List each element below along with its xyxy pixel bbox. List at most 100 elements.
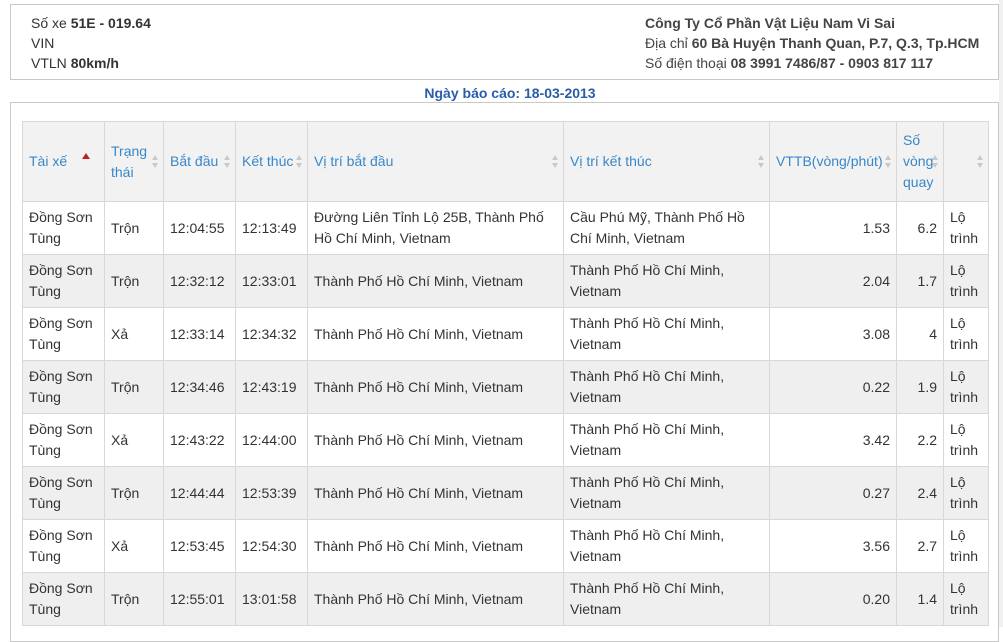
cell-start: 12:53:45 bbox=[163, 519, 236, 573]
table-row: Đồng Sơn Tùng Trộn 12:44:44 12:53:39 Thà… bbox=[22, 466, 989, 520]
phone-value: 08 3991 7486/87 - 0903 817 117 bbox=[730, 55, 934, 71]
cell-end-location[interactable]: Thành Phố Hồ Chí Minh, Vietnam bbox=[563, 519, 770, 573]
cell-turns: 1.4 bbox=[896, 572, 944, 626]
cell-avg-speed: 3.56 bbox=[769, 519, 897, 573]
plate-line: Số xe 51E - 019.64 bbox=[31, 13, 151, 33]
cell-status: Trộn bbox=[104, 466, 164, 520]
cell-start: 12:32:12 bbox=[163, 254, 236, 308]
cell-driver: Đồng Sơn Tùng bbox=[22, 572, 105, 626]
col-header-label: VTTB(vòng/phút) bbox=[776, 153, 883, 169]
col-header-driver[interactable]: Tài xế bbox=[22, 121, 105, 202]
route-link[interactable]: Lộ trình bbox=[943, 201, 989, 255]
cell-end-location[interactable]: Thành Phố Hồ Chí Minh, Vietnam bbox=[563, 360, 770, 414]
cell-end-location[interactable]: Thành Phố Hồ Chí Minh, Vietnam bbox=[563, 413, 770, 467]
col-header-label: Kết thúc bbox=[242, 153, 294, 169]
cell-driver: Đồng Sơn Tùng bbox=[22, 519, 105, 573]
speed-limit-line: VTLN 80km/h bbox=[31, 53, 151, 73]
cell-end: 12:54:30 bbox=[235, 519, 308, 573]
cell-end: 12:13:49 bbox=[235, 201, 308, 255]
cell-turns: 2.2 bbox=[896, 413, 944, 467]
vin-line: VIN bbox=[31, 33, 151, 53]
cell-start-location[interactable]: Đường Liên Tỉnh Lộ 25B, Thành Phố Hồ Chí… bbox=[307, 201, 564, 255]
cell-end-location[interactable]: Cầu Phú Mỹ, Thành Phố Hồ Chí Minh, Vietn… bbox=[563, 201, 770, 255]
table-header-row: Tài xế Trạng thái Bắt đầu Kết thúc Vị tr… bbox=[22, 121, 989, 202]
table-row: Đồng Sơn Tùng Xả 12:53:45 12:54:30 Thành… bbox=[22, 519, 989, 573]
route-link[interactable]: Lộ trình bbox=[943, 519, 989, 573]
col-header-end[interactable]: Kết thúc bbox=[235, 121, 308, 202]
report-date-label: Ngày báo cáo: bbox=[424, 85, 521, 101]
cell-end-location[interactable]: Thành Phố Hồ Chí Minh, Vietnam bbox=[563, 307, 770, 361]
cell-turns: 1.9 bbox=[896, 360, 944, 414]
cell-start: 12:33:14 bbox=[163, 307, 236, 361]
cell-start: 12:34:46 bbox=[163, 360, 236, 414]
cell-start: 12:55:01 bbox=[163, 572, 236, 626]
sort-icon bbox=[885, 155, 892, 169]
table-row: Đồng Sơn Tùng Xả 12:33:14 12:34:32 Thành… bbox=[22, 307, 989, 361]
sort-icon bbox=[224, 155, 231, 169]
speed-limit-value: 80km/h bbox=[70, 55, 119, 71]
cell-turns: 4 bbox=[896, 307, 944, 361]
col-header-start-location[interactable]: Vị trí bắt đầu bbox=[307, 121, 564, 202]
cell-avg-speed: 2.04 bbox=[769, 254, 897, 308]
cell-start-location[interactable]: Thành Phố Hồ Chí Minh, Vietnam bbox=[307, 307, 564, 361]
plate-value: 51E - 019.64 bbox=[70, 15, 151, 31]
route-link[interactable]: Lộ trình bbox=[943, 572, 989, 626]
cell-driver: Đồng Sơn Tùng bbox=[22, 201, 105, 255]
cell-end-location[interactable]: Thành Phố Hồ Chí Minh, Vietnam bbox=[563, 572, 770, 626]
table-row: Đồng Sơn Tùng Trộn 12:34:46 12:43:19 Thà… bbox=[22, 360, 989, 414]
sort-icon bbox=[296, 155, 303, 169]
cell-turns: 2.4 bbox=[896, 466, 944, 520]
route-link[interactable]: Lộ trình bbox=[943, 360, 989, 414]
col-header-label: Số vòng quay bbox=[903, 132, 934, 190]
route-link[interactable]: Lộ trình bbox=[943, 307, 989, 361]
route-link[interactable]: Lộ trình bbox=[943, 413, 989, 467]
route-link[interactable]: Lộ trình bbox=[943, 254, 989, 308]
cell-driver: Đồng Sơn Tùng bbox=[22, 413, 105, 467]
vehicle-info-panel: Số xe 51E - 019.64 VIN VTLN 80km/h Công … bbox=[10, 4, 999, 80]
cell-driver: Đồng Sơn Tùng bbox=[22, 360, 105, 414]
col-header-avg-speed[interactable]: VTTB(vòng/phút) bbox=[769, 121, 897, 202]
cell-turns: 2.7 bbox=[896, 519, 944, 573]
col-header-status[interactable]: Trạng thái bbox=[104, 121, 164, 202]
col-header-label: Tài xế bbox=[29, 153, 68, 169]
col-header-turns[interactable]: Số vòng quay bbox=[896, 121, 944, 202]
cell-end: 13:01:58 bbox=[235, 572, 308, 626]
col-header-route[interactable] bbox=[943, 121, 989, 202]
cell-end-location[interactable]: Thành Phố Hồ Chí Minh, Vietnam bbox=[563, 466, 770, 520]
cell-start-location[interactable]: Thành Phố Hồ Chí Minh, Vietnam bbox=[307, 360, 564, 414]
sort-icon bbox=[552, 155, 559, 169]
trip-table: Tài xế Trạng thái Bắt đầu Kết thúc Vị tr… bbox=[22, 121, 989, 626]
table-row: Đồng Sơn Tùng Trộn 12:32:12 12:33:01 Thà… bbox=[22, 254, 989, 308]
col-header-label: Trạng thái bbox=[111, 142, 148, 180]
page-scrollbar[interactable] bbox=[999, 0, 1003, 627]
col-header-label: Bắt đầu bbox=[170, 153, 219, 169]
col-header-label: Vị trí bắt đầu bbox=[314, 153, 394, 169]
cell-end-location[interactable]: Thành Phố Hồ Chí Minh, Vietnam bbox=[563, 254, 770, 308]
cell-end: 12:44:00 bbox=[235, 413, 308, 467]
sort-icon bbox=[932, 155, 939, 169]
cell-avg-speed: 0.27 bbox=[769, 466, 897, 520]
plate-label: Số xe bbox=[31, 15, 67, 31]
cell-end: 12:43:19 bbox=[235, 360, 308, 414]
cell-start: 12:43:22 bbox=[163, 413, 236, 467]
col-header-end-location[interactable]: Vị trí kết thúc bbox=[563, 121, 770, 202]
vin-label: VIN bbox=[31, 35, 55, 51]
company-phone: Số điện thoại 08 3991 7486/87 - 0903 817… bbox=[645, 53, 979, 73]
route-link[interactable]: Lộ trình bbox=[943, 466, 989, 520]
cell-driver: Đồng Sơn Tùng bbox=[22, 466, 105, 520]
cell-avg-speed: 1.53 bbox=[769, 201, 897, 255]
phone-label: Số điện thoại bbox=[645, 55, 727, 71]
report-table-panel: Tài xế Trạng thái Bắt đầu Kết thúc Vị tr… bbox=[10, 102, 999, 642]
cell-start-location[interactable]: Thành Phố Hồ Chí Minh, Vietnam bbox=[307, 413, 564, 467]
cell-driver: Đồng Sơn Tùng bbox=[22, 307, 105, 361]
cell-start-location[interactable]: Thành Phố Hồ Chí Minh, Vietnam bbox=[307, 466, 564, 520]
cell-avg-speed: 3.08 bbox=[769, 307, 897, 361]
cell-start-location[interactable]: Thành Phố Hồ Chí Minh, Vietnam bbox=[307, 254, 564, 308]
cell-start-location[interactable]: Thành Phố Hồ Chí Minh, Vietnam bbox=[307, 519, 564, 573]
col-header-start[interactable]: Bắt đầu bbox=[163, 121, 236, 202]
cell-start-location[interactable]: Thành Phố Hồ Chí Minh, Vietnam bbox=[307, 572, 564, 626]
table-row: Đồng Sơn Tùng Trộn 12:04:55 12:13:49 Đườ… bbox=[22, 201, 989, 255]
company-details: Công Ty Cổ Phần Vật Liệu Nam Vi Sai Địa … bbox=[645, 13, 979, 73]
cell-status: Trộn bbox=[104, 201, 164, 255]
cell-status: Trộn bbox=[104, 360, 164, 414]
